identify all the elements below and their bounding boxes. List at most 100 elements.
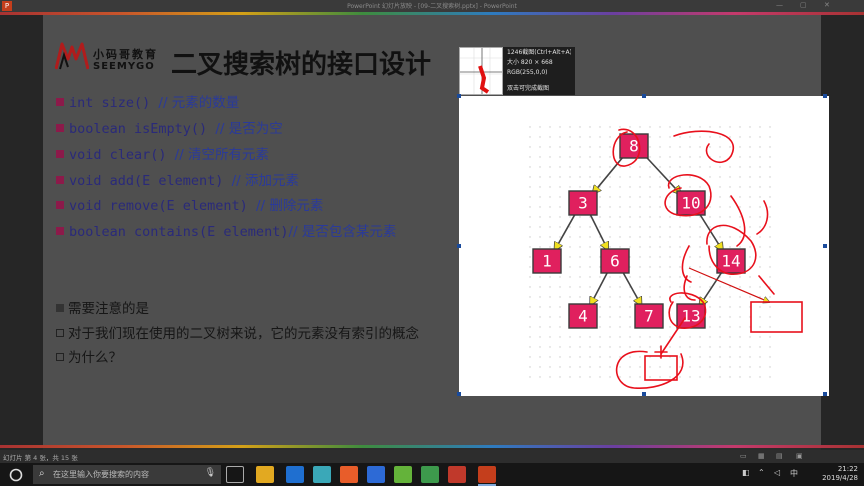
selection-handle[interactable] xyxy=(457,94,461,98)
logo-en-text: SEEMYGO xyxy=(93,61,155,72)
binary-search-tree-diagram[interactable]: 8 3 10 1 6 14 4 7 13 xyxy=(457,94,829,396)
powerpoint-slideshow-window: P PowerPoint 幻灯片放映 - [09-二叉搜索树.pptx] - P… xyxy=(0,0,864,486)
window-title: PowerPoint 幻灯片放映 - [09-二叉搜索树.pptx] - Pow… xyxy=(347,3,517,10)
chevron-up-icon[interactable]: ⌃ xyxy=(758,468,765,477)
interface-item: void clear() // 清空所有元素 xyxy=(56,146,269,164)
selection-handle[interactable] xyxy=(642,94,646,98)
clock-time: 21:22 xyxy=(837,465,858,473)
ime-icon[interactable]: 中 xyxy=(790,468,798,479)
tree-node: 8 xyxy=(619,133,649,159)
bottom-color-stripe xyxy=(0,445,864,448)
system-tray: ◧ ⌃ ◁ 中 21:22 2019/4/28 xyxy=(734,463,864,486)
brand-logo: 小码哥教育 SEEMYGO xyxy=(55,41,175,75)
tree-node: 14 xyxy=(716,248,746,274)
interface-item: void add(E element) // 添加元素 xyxy=(56,172,299,190)
selection-handle[interactable] xyxy=(642,392,646,396)
interface-comment: // 添加元素 xyxy=(231,173,299,189)
snip-info-line: 大小 820 × 668 xyxy=(507,59,553,66)
tree-node-label: 6 xyxy=(610,252,620,271)
bullet-square-icon xyxy=(56,176,64,184)
tree-node: 1 xyxy=(532,248,562,274)
clock-date: 2019/4/28 xyxy=(822,474,858,482)
selection-handle[interactable] xyxy=(823,392,827,396)
tree-node: 7 xyxy=(634,303,664,329)
interface-comment: // 删除元素 xyxy=(255,198,324,214)
slide-counter: 幻灯片 第 4 张，共 15 张 xyxy=(3,454,78,462)
bullet-square-icon xyxy=(56,124,64,132)
interface-comment: // 是否包含某元素 xyxy=(288,224,397,240)
windows-logo-icon xyxy=(9,468,23,482)
close-icon[interactable]: ✕ xyxy=(824,1,830,9)
selection-handle[interactable] xyxy=(457,392,461,396)
system-clock[interactable]: 21:22 2019/4/28 xyxy=(822,465,858,483)
slide-title: 二叉搜索树的接口设计 xyxy=(171,50,432,80)
snip-info-line: 双击可完成截图 xyxy=(507,85,550,92)
dot-grid xyxy=(521,118,779,378)
bullet-square-icon xyxy=(56,150,64,158)
file-explorer-icon[interactable] xyxy=(256,466,274,483)
network-icon[interactable]: ◧ xyxy=(742,468,750,477)
interface-code: void add(E element) xyxy=(69,173,232,189)
bullet-square-icon xyxy=(56,98,64,106)
search-input[interactable] xyxy=(53,467,203,482)
note-text: 为什么？ xyxy=(68,350,122,366)
app-icon[interactable] xyxy=(421,466,439,483)
volume-icon[interactable]: ◁ xyxy=(774,468,780,477)
interface-item: int size() // 元素的数量 xyxy=(56,94,239,112)
brand-m-icon xyxy=(55,42,89,70)
app-icon[interactable] xyxy=(367,466,385,483)
tree-node-label: 4 xyxy=(578,307,588,326)
sorter-view-icon[interactable]: ▦ xyxy=(758,452,765,460)
status-bar: 幻灯片 第 4 张，共 15 张 ▭ ▦ ▤ ▣ xyxy=(0,450,864,463)
note-item: 需要注意的是 xyxy=(56,300,149,318)
snip-magnifier-preview xyxy=(459,47,503,95)
interface-code: void remove(E element) xyxy=(69,198,256,214)
search-icon: ⌕ xyxy=(39,468,45,479)
tree-node: 3 xyxy=(568,190,598,216)
tree-node-label: 14 xyxy=(721,252,740,271)
app-icon[interactable] xyxy=(448,466,466,483)
snip-info-panel: 1246截图(Ctrl+Alt+A) 大小 820 × 668 RGB(255,… xyxy=(503,47,575,95)
app-icon[interactable] xyxy=(313,466,331,483)
slideshow-view-icon[interactable]: ▣ xyxy=(796,452,803,460)
reading-view-icon[interactable]: ▤ xyxy=(776,452,783,460)
selection-handle[interactable] xyxy=(823,94,827,98)
left-margin xyxy=(0,12,43,450)
outline-square-icon xyxy=(56,329,64,337)
taskbar-search[interactable]: ⌕ 🎙 xyxy=(33,465,221,484)
windows-taskbar: ⌕ 🎙 ◧ ⌃ ◁ 中 21:22 2019/4/28 xyxy=(0,463,864,486)
snip-info-line: 1246截图(Ctrl+Alt+A) xyxy=(507,49,571,56)
edge-browser-icon[interactable] xyxy=(286,466,304,483)
note-text: 需要注意的是 xyxy=(68,301,149,317)
selection-handle[interactable] xyxy=(457,244,461,248)
start-button[interactable] xyxy=(0,463,32,486)
selection-handle[interactable] xyxy=(823,244,827,248)
tree-node: 4 xyxy=(568,303,598,329)
screenshot-tool-popup: 1246截图(Ctrl+Alt+A) 大小 820 × 668 RGB(255,… xyxy=(459,47,575,95)
bullet-square-icon xyxy=(56,201,64,209)
note-item: 对于我们现在使用的二叉树来说，它的元素没有索引的概念 xyxy=(56,325,419,343)
interface-comment: // 清空所有元素 xyxy=(174,147,270,163)
tree-node-label: 13 xyxy=(681,307,700,326)
normal-view-icon[interactable]: ▭ xyxy=(740,452,747,460)
interface-code: void clear() xyxy=(69,147,175,163)
interface-item: boolean contains(E element)// 是否包含某元素 xyxy=(56,223,396,241)
camtasia-icon[interactable] xyxy=(394,466,412,483)
interface-code: boolean contains(E element) xyxy=(69,224,289,240)
filled-square-icon xyxy=(56,304,64,312)
bullet-square-icon xyxy=(56,227,64,235)
restore-icon[interactable]: ▢ xyxy=(800,1,807,9)
logo-cn-text: 小码哥教育 xyxy=(93,48,158,61)
powerpoint-taskbar-icon[interactable] xyxy=(478,466,496,483)
tree-canvas: 8 3 10 1 6 14 4 7 13 xyxy=(521,118,803,389)
task-view-icon[interactable] xyxy=(226,466,244,483)
snip-info-line: RGB(255,0,0) xyxy=(507,69,548,76)
tree-node-label: 3 xyxy=(578,194,588,213)
tree-node: 6 xyxy=(600,248,630,274)
microphone-icon[interactable]: 🎙 xyxy=(205,468,216,478)
tree-node-label: 7 xyxy=(644,307,654,326)
minimize-icon[interactable]: — xyxy=(776,1,783,9)
interface-item: void remove(E element) // 删除元素 xyxy=(56,197,323,215)
interface-comment: // 元素的数量 xyxy=(158,95,240,111)
chrome-icon[interactable] xyxy=(340,466,358,483)
